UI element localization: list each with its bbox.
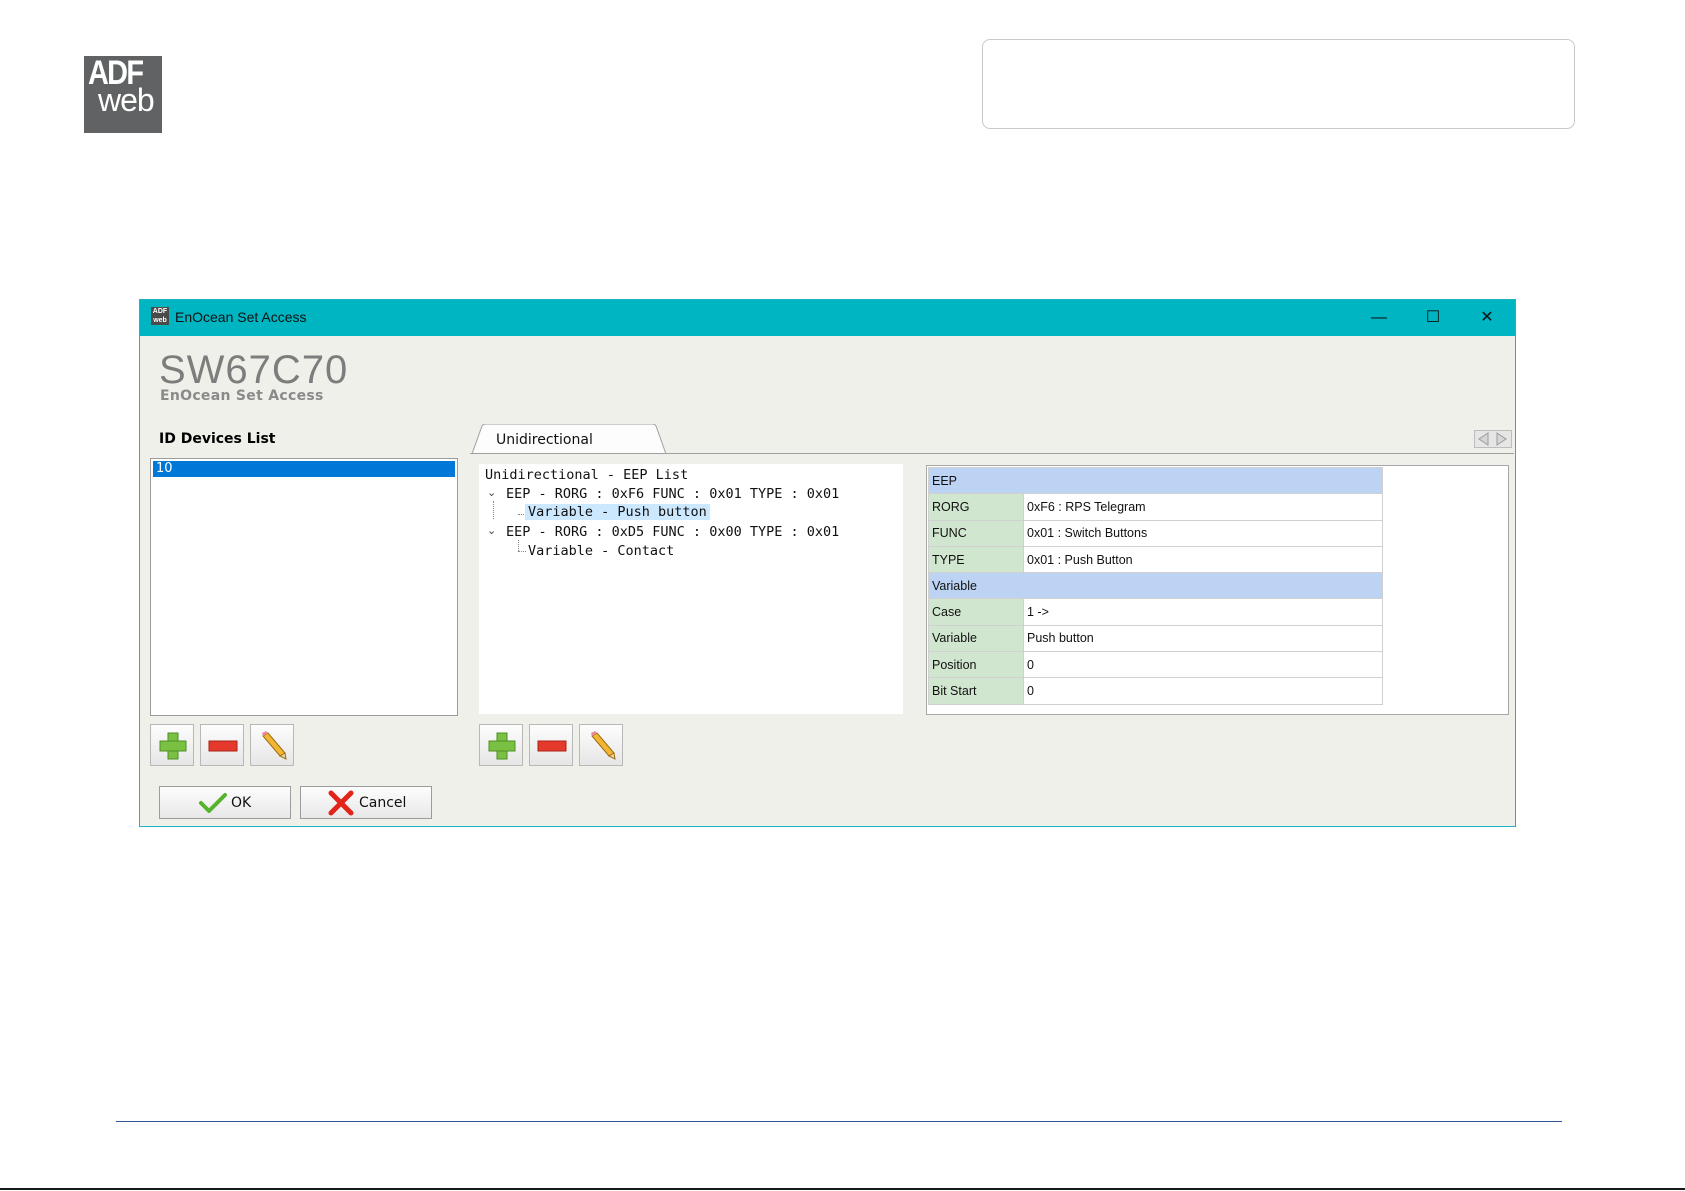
cancel-button[interactable]: Cancel — [300, 786, 432, 819]
section-header-variable: Variable — [928, 572, 1383, 600]
maximize-button[interactable]: ☐ — [1410, 304, 1456, 332]
minimize-button[interactable]: — — [1356, 304, 1402, 332]
cross-icon — [328, 790, 354, 816]
table-row[interactable]: Position 0 — [928, 651, 1383, 679]
id-devices-list[interactable]: 10 — [150, 458, 458, 716]
property-key: Bit Start — [928, 677, 1024, 705]
property-value[interactable]: 1 -> — [1023, 598, 1383, 626]
logo-text-web: web — [98, 82, 155, 118]
table-row[interactable]: Case 1 -> — [928, 598, 1383, 626]
plus-icon — [488, 732, 516, 760]
close-icon: ✕ — [1480, 309, 1494, 326]
pencil-icon — [262, 731, 287, 760]
property-key: Position — [928, 651, 1024, 679]
page-bottom-border — [0, 1188, 1685, 1190]
document-header-box — [982, 39, 1575, 129]
product-subtitle: EnOcean Set Access — [160, 388, 324, 404]
ok-button[interactable]: OK — [159, 786, 291, 819]
product-code: SW67C70 — [159, 348, 349, 392]
plus-icon — [159, 732, 187, 760]
table-row[interactable]: TYPE 0x01 : Push Button — [928, 545, 1383, 574]
page: ADF web ADF web EnOcean Set Access — ☐ ✕ … — [0, 0, 1685, 1191]
chevron-down-icon[interactable]: ⌄ — [487, 486, 496, 499]
property-key: TYPE — [928, 545, 1024, 574]
add-eep-button[interactable] — [479, 724, 523, 766]
adf-web-logo: ADF web — [84, 56, 162, 133]
property-key: Case — [928, 598, 1024, 626]
app-icon: ADF web — [151, 307, 169, 325]
section-header-eep: EEP — [928, 466, 1383, 495]
property-value[interactable]: Push button — [1023, 624, 1383, 653]
property-key: FUNC — [928, 519, 1024, 547]
tab-unidirectional[interactable]: Unidirectional — [472, 424, 666, 455]
table-row[interactable]: FUNC 0x01 : Switch Buttons — [928, 519, 1383, 547]
footer-divider — [116, 1121, 1562, 1122]
tab-divider — [470, 453, 1514, 454]
eep-tree[interactable]: Unidirectional - EEP List ⌄ EEP - RORG :… — [479, 464, 903, 714]
remove-eep-button[interactable] — [529, 724, 573, 766]
enocean-set-access-window: ADF web EnOcean Set Access — ☐ ✕ SW67C70 … — [139, 299, 1516, 827]
chevron-down-icon[interactable]: ⌄ — [487, 524, 496, 537]
property-value[interactable]: 0 — [1023, 651, 1383, 679]
table-row[interactable]: Variable Push button — [928, 624, 1383, 653]
table-row[interactable]: RORG 0xF6 : RPS Telegram — [928, 493, 1383, 521]
pencil-icon — [591, 731, 616, 760]
minimize-icon: — — [1371, 309, 1387, 326]
maximize-icon: ☐ — [1425, 309, 1441, 326]
tree-connector — [518, 540, 519, 551]
tree-node-variable[interactable]: Variable - Push button — [525, 504, 710, 520]
tab-scroll-arrows[interactable] — [1474, 430, 1512, 448]
tree-connector — [493, 501, 494, 519]
property-key: Variable — [928, 624, 1024, 653]
id-devices-list-title: ID Devices List — [159, 431, 276, 447]
edit-device-button[interactable] — [250, 724, 294, 766]
property-key: RORG — [928, 493, 1024, 521]
tab-scroll-icons — [1474, 430, 1512, 448]
property-value[interactable]: 0x01 : Push Button — [1023, 545, 1383, 574]
list-item[interactable]: 10 — [153, 461, 455, 477]
checkmark-icon — [199, 793, 227, 813]
property-table: EEP RORG 0xF6 : RPS Telegram FUNC 0x01 :… — [928, 466, 1383, 705]
tree-node-variable[interactable]: Variable - Contact — [528, 543, 674, 559]
tree-node-eep[interactable]: EEP - RORG : 0xD5 FUNC : 0x00 TYPE : 0x0… — [506, 524, 839, 540]
section-header-label: EEP — [928, 466, 1383, 495]
tab-label: Unidirectional — [496, 432, 593, 448]
property-value[interactable]: 0 — [1023, 677, 1383, 705]
minus-icon — [537, 740, 567, 752]
property-grid: EEP RORG 0xF6 : RPS Telegram FUNC 0x01 :… — [926, 465, 1509, 715]
close-button[interactable]: ✕ — [1464, 304, 1510, 332]
property-value[interactable]: 0x01 : Switch Buttons — [1023, 519, 1383, 547]
property-value[interactable]: 0xF6 : RPS Telegram — [1023, 493, 1383, 521]
tree-connector — [518, 551, 526, 552]
titlebar: ADF web EnOcean Set Access — ☐ ✕ — [140, 300, 1515, 336]
minus-icon — [208, 740, 238, 752]
window-title: EnOcean Set Access — [175, 309, 307, 325]
section-header-label: Variable — [928, 572, 1383, 600]
add-device-button[interactable] — [150, 724, 194, 766]
tree-root[interactable]: Unidirectional - EEP List — [485, 467, 688, 483]
cancel-label: Cancel — [359, 795, 407, 811]
tree-node-eep[interactable]: EEP - RORG : 0xF6 FUNC : 0x01 TYPE : 0x0… — [506, 486, 839, 502]
remove-device-button[interactable] — [200, 724, 244, 766]
ok-label: OK — [231, 795, 252, 811]
table-row[interactable]: Bit Start 0 — [928, 677, 1383, 705]
edit-eep-button[interactable] — [579, 724, 623, 766]
